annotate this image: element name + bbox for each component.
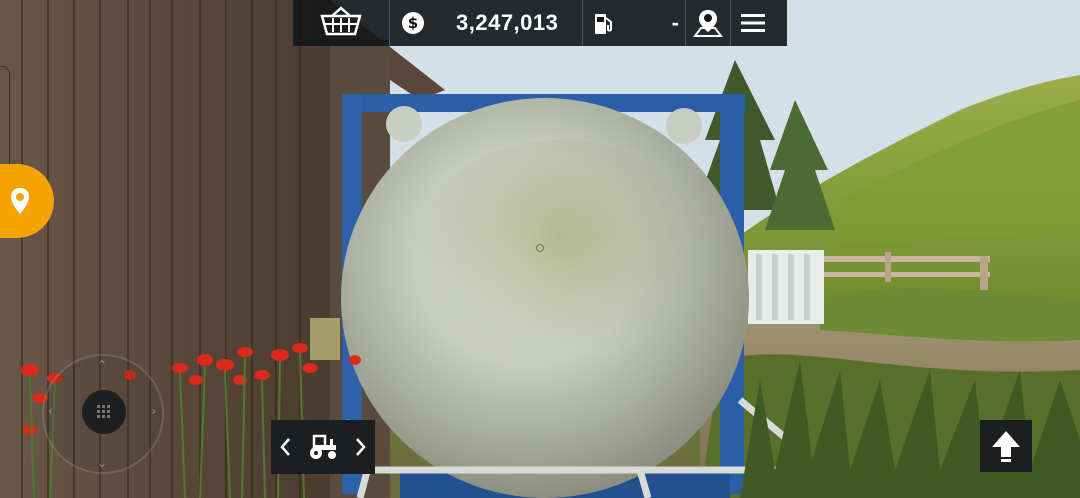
chevron-right-icon: › [151,404,156,418]
chevron-left-icon: ‹ [48,404,53,418]
hamburger-menu-icon [740,12,766,34]
white-fence [748,250,824,324]
next-vehicle-button[interactable] [347,420,375,474]
joystick-knob-icon [97,405,111,419]
crosshair [536,244,544,252]
vehicle-switcher [271,420,375,474]
shop-button[interactable] [293,0,389,46]
top-hud-bar: $ 3,247,013 - [293,0,787,46]
map-button[interactable] [686,0,730,46]
fuel-display: - [583,0,685,46]
up-button[interactable] [980,420,1032,472]
joystick-knob[interactable] [82,390,126,434]
basket-icon [320,5,362,41]
money-display: $ 3,247,013 [390,0,582,46]
tractor-icon[interactable] [306,434,340,460]
arrow-up-icon [990,429,1022,463]
tank-stain [410,140,710,380]
movement-joystick[interactable]: ⌃ ‹ › ⌄ [42,354,164,474]
chevron-up-icon: ⌃ [97,358,108,372]
menu-button[interactable] [731,0,775,46]
tank-cap [386,106,422,142]
location-pin-icon [8,186,32,216]
chevron-down-icon: ⌄ [97,456,108,470]
money-value: 3,247,013 [456,10,559,35]
fuel-pump-icon [593,10,615,36]
dollar-coin-icon: $ [402,12,424,34]
person-pin-icon [693,8,723,38]
chevron-right-icon [355,437,367,457]
previous-vehicle-button[interactable] [271,420,299,474]
game-scene: $ 3,247,013 - ⌃ ‹ › ⌄ [0,0,1080,498]
screen-bezel [0,66,10,174]
electric-box [310,318,340,360]
tank-cap [666,108,702,144]
chevron-left-icon [279,437,291,457]
fuel-value: - [671,10,679,35]
